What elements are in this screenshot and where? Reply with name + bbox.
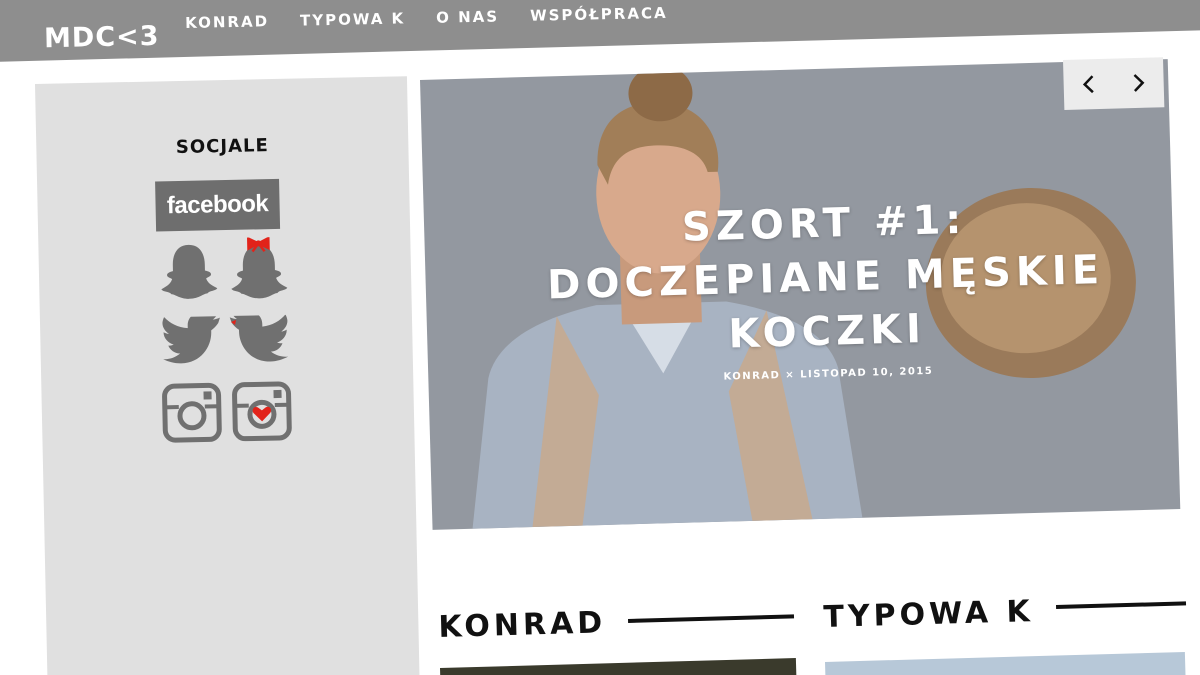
sidebar: SOCJALE facebook: [35, 76, 420, 675]
page: MDC<3 KONRAD TYPOWA K O NAS WSPÓŁPRACA S…: [0, 0, 1200, 675]
post-thumbnail[interactable]: [825, 651, 1186, 675]
nav-item-o-nas[interactable]: O NAS: [436, 7, 499, 26]
instagram-row: [161, 381, 292, 444]
twitter-kiss-icon[interactable]: [228, 314, 291, 366]
slider-prev-button[interactable]: [1063, 59, 1114, 110]
slider-controls: [1063, 57, 1165, 110]
hero-title[interactable]: SZORT #1: DOCZEPIANE MĘSKIE KOCZKI: [484, 187, 1168, 368]
hero-slider[interactable]: SZORT #1: DOCZEPIANE MĘSKIE KOCZKI KONRA…: [420, 59, 1181, 530]
snapchat-row: [158, 236, 289, 302]
nav-item-konrad[interactable]: KONRAD: [185, 12, 269, 32]
instagram-icon[interactable]: [161, 382, 222, 443]
twitter-icon[interactable]: [160, 316, 223, 367]
section-divider-typowa-k: [1056, 601, 1187, 609]
nav-item-wspolpraca[interactable]: WSPÓŁPRACA: [530, 4, 668, 25]
section-divider-konrad: [628, 614, 795, 623]
snapchat-bow-icon[interactable]: [228, 236, 289, 300]
section-title-konrad[interactable]: KONRAD: [438, 605, 607, 645]
post-thumbnail[interactable]: [440, 658, 797, 675]
facebook-icon[interactable]: facebook: [155, 178, 281, 232]
chevron-left-icon: [1082, 75, 1094, 94]
sidebar-title: SOCJALE: [175, 135, 269, 159]
twitter-row: [160, 314, 291, 368]
chevron-right-icon: [1133, 74, 1145, 92]
instagram-heart-icon[interactable]: [231, 381, 292, 442]
nav-item-typowa-k[interactable]: TYPOWA K: [300, 9, 406, 29]
slider-next-button[interactable]: [1113, 57, 1164, 108]
snapchat-icon[interactable]: [158, 238, 219, 301]
site-logo[interactable]: MDC<3: [44, 21, 160, 54]
section-title-typowa-k[interactable]: TYPOWA K: [823, 594, 1034, 635]
